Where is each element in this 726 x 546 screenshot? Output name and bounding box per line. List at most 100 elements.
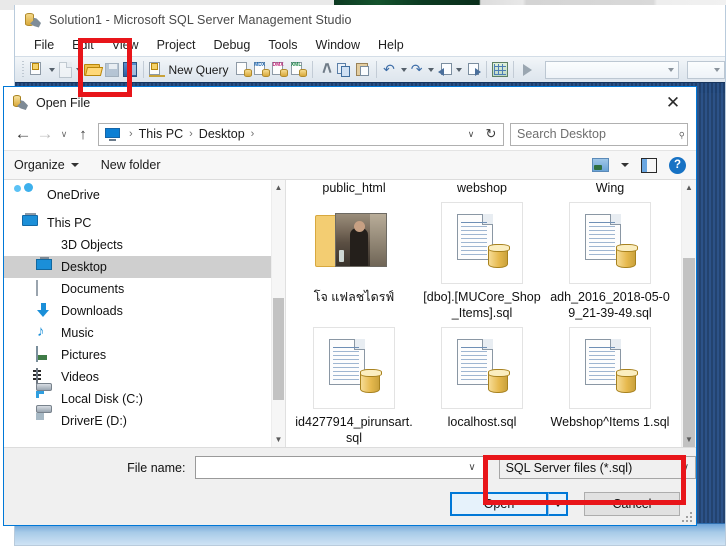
- sidebar-item-documents[interactable]: Documents: [4, 278, 285, 300]
- scroll-up-icon[interactable]: ▲: [272, 180, 285, 195]
- redo-icon[interactable]: [409, 59, 427, 81]
- filetype-dropdown[interactable]: SQL Server files (*.sql) ∨: [498, 456, 697, 479]
- open-file-icon[interactable]: [84, 59, 104, 81]
- help-icon[interactable]: ?: [669, 156, 686, 174]
- file-item-sql[interactable]: localhost.sql: [418, 327, 546, 446]
- onedrive-icon: [22, 187, 39, 203]
- object-explorer-icon[interactable]: [491, 59, 509, 81]
- scrollbar-thumb[interactable]: [683, 258, 695, 447]
- new-query-icon[interactable]: [148, 59, 166, 81]
- file-item-sql[interactable]: id4277914_pirunsart.sql: [290, 327, 418, 446]
- documents-icon: [36, 280, 53, 297]
- file-name-label: localhost.sql: [447, 415, 517, 429]
- new-query-label[interactable]: New Query: [166, 63, 234, 77]
- scrollbar-thumb[interactable]: [273, 298, 284, 400]
- navigate-forward-icon[interactable]: [464, 59, 482, 81]
- menu-debug[interactable]: Debug: [204, 36, 259, 54]
- new-folder-button[interactable]: New folder: [101, 158, 161, 172]
- music-icon: [36, 325, 53, 341]
- save-all-icon[interactable]: [121, 59, 139, 81]
- open-button[interactable]: Open: [450, 492, 548, 516]
- breadcrumb[interactable]: › This PC › Desktop › ∨ ↻: [98, 122, 504, 146]
- sidebar-item-downloads[interactable]: Downloads: [4, 300, 285, 322]
- file-list-pane[interactable]: public_html webshop Wing โจ แฟลชไดรฟ์ [d…: [286, 180, 696, 447]
- file-list-scrollbar[interactable]: ▲ ▼: [681, 180, 696, 447]
- toolbar-grip[interactable]: [21, 61, 27, 78]
- forward-icon[interactable]: →: [34, 122, 56, 146]
- cancel-button[interactable]: Cancel: [584, 492, 680, 516]
- close-icon[interactable]: ✕: [650, 87, 696, 118]
- new-project-dropdown-icon[interactable]: [47, 59, 56, 81]
- sql-file-icon: [569, 202, 651, 284]
- new-mdx-query-icon[interactable]: MDX: [253, 59, 271, 81]
- resize-grip[interactable]: [681, 511, 693, 523]
- sql-file-icon: [441, 327, 523, 409]
- scroll-down-icon[interactable]: ▼: [682, 432, 696, 447]
- file-item-sql[interactable]: adh_2016_2018-05-09_21-39-49.sql: [546, 202, 674, 321]
- organize-button[interactable]: Organize: [14, 158, 79, 172]
- file-item-sql[interactable]: [dbo].[MUCore_Shop_Items].sql: [418, 202, 546, 321]
- new-item-dropdown-icon[interactable]: [75, 59, 84, 81]
- new-dmx-query-icon[interactable]: DMX: [271, 59, 289, 81]
- sidebar-item-drivere-d[interactable]: DriverE (D:): [4, 405, 285, 432]
- sidebar-item-label: Documents: [61, 282, 125, 296]
- open-dropdown-button[interactable]: [548, 492, 568, 516]
- scroll-up-icon[interactable]: ▲: [682, 180, 696, 195]
- navigate-backward-dropdown-icon[interactable]: [454, 59, 463, 81]
- file-name-input-wrapper[interactable]: ∨: [195, 456, 485, 479]
- scroll-down-icon[interactable]: ▼: [272, 432, 285, 447]
- navigation-pane-scrollbar[interactable]: ▲ ▼: [271, 180, 285, 447]
- secondary-combo[interactable]: [687, 60, 725, 79]
- chevron-down-icon[interactable]: ∨: [461, 129, 481, 140]
- preview-pane-icon[interactable]: [641, 157, 657, 173]
- new-database-engine-query-icon[interactable]: [234, 59, 252, 81]
- sidebar-item-this-pc[interactable]: This PC: [4, 212, 285, 234]
- sidebar-item-label: OneDrive: [47, 188, 100, 202]
- file-name-input[interactable]: [200, 460, 465, 475]
- change-view-dropdown-icon[interactable]: [621, 163, 629, 167]
- new-xmla-query-icon[interactable]: XML: [290, 59, 308, 81]
- recent-locations-icon[interactable]: ∨: [56, 122, 72, 146]
- save-icon[interactable]: [102, 59, 120, 81]
- paste-icon[interactable]: [354, 59, 372, 81]
- sidebar-item-label: Music: [61, 326, 94, 340]
- file-item-folder[interactable]: โจ แฟลชไดรฟ์: [290, 202, 418, 321]
- sidebar-item-label: This PC: [47, 216, 92, 230]
- undo-icon[interactable]: [381, 59, 399, 81]
- sidebar-item-pictures[interactable]: Pictures: [4, 344, 285, 366]
- up-icon[interactable]: ↑: [72, 122, 94, 146]
- undo-dropdown-icon[interactable]: [399, 59, 408, 81]
- chevron-down-icon[interactable]: ∨: [464, 462, 479, 473]
- sidebar-item-desktop[interactable]: Desktop: [4, 256, 285, 278]
- redo-dropdown-icon[interactable]: [427, 59, 436, 81]
- sidebar-item-onedrive[interactable]: OneDrive: [4, 184, 285, 206]
- navigation-list: OneDrive This PC 3D Objects Desktop Docu…: [4, 180, 285, 432]
- breadcrumb-item-desktop[interactable]: Desktop: [199, 127, 245, 141]
- new-project-icon[interactable]: [29, 59, 47, 81]
- search-box[interactable]: ⌕: [510, 122, 689, 146]
- sidebar-item-music[interactable]: Music: [4, 322, 285, 344]
- sidebar-item-3d-objects[interactable]: 3D Objects: [4, 234, 285, 256]
- clipped-label-public-html: public_html: [322, 181, 386, 195]
- menu-file[interactable]: File: [25, 36, 63, 54]
- file-item-sql[interactable]: Webshop^Items 1.sql: [546, 327, 674, 446]
- open-file-dialog: Open File ✕ ← → ∨ ↑ › This PC › Desktop …: [3, 86, 697, 526]
- menu-view[interactable]: View: [103, 36, 148, 54]
- back-icon[interactable]: ←: [12, 122, 34, 146]
- cut-icon[interactable]: [317, 59, 335, 81]
- database-combo[interactable]: [544, 60, 680, 79]
- menu-tools[interactable]: Tools: [259, 36, 306, 54]
- refresh-icon[interactable]: ↻: [481, 126, 501, 142]
- change-view-icon[interactable]: [592, 158, 609, 172]
- new-item-icon[interactable]: [56, 59, 74, 81]
- search-input[interactable]: [517, 127, 678, 141]
- drive-icon: [36, 405, 53, 429]
- run-icon[interactable]: [518, 59, 536, 81]
- menu-project[interactable]: Project: [148, 36, 205, 54]
- menu-window[interactable]: Window: [307, 36, 369, 54]
- menu-help[interactable]: Help: [369, 36, 413, 54]
- copy-icon[interactable]: [335, 59, 353, 81]
- navigate-backward-icon[interactable]: [436, 59, 454, 81]
- menu-edit[interactable]: Edit: [63, 36, 103, 54]
- breadcrumb-item-this-pc[interactable]: This PC: [139, 127, 183, 141]
